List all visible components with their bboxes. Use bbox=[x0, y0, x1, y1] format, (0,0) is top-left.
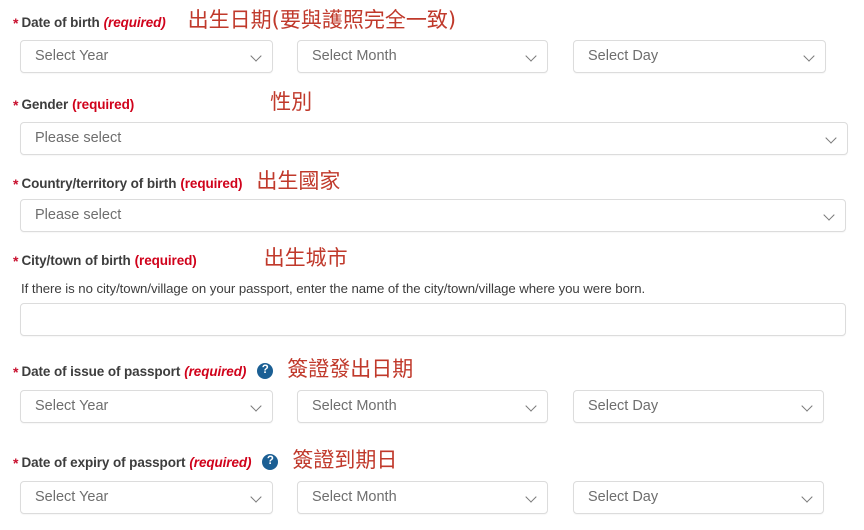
field-label: Gender bbox=[21, 96, 69, 112]
required-asterisk-icon: * bbox=[13, 455, 19, 471]
required-marker: (required) bbox=[103, 14, 166, 30]
required-marker: (required) bbox=[184, 363, 247, 379]
annotation-date-of-birth: 出生日期(要與護照完全一致) bbox=[187, 7, 457, 32]
annotation-date-of-expiry: 簽證到期日 bbox=[292, 447, 398, 472]
required-asterisk-icon: * bbox=[13, 364, 19, 380]
select-birth-month[interactable]: Select Month bbox=[297, 40, 548, 73]
select-expiry-day-value: Select Day bbox=[588, 490, 659, 505]
required-marker: (required) bbox=[189, 454, 252, 470]
input-city-of-birth-value bbox=[21, 304, 845, 313]
help-question-icon[interactable]: ? bbox=[257, 363, 274, 379]
required-marker: (required) bbox=[180, 175, 243, 191]
field-date-of-issue: * Date of issue of passport (required) ?… bbox=[0, 356, 864, 381]
field-label: Country/territory of birth bbox=[21, 175, 177, 191]
chevron-down-icon bbox=[526, 401, 537, 412]
chevron-down-icon bbox=[802, 492, 813, 503]
chevron-down-icon bbox=[251, 401, 262, 412]
chevron-down-icon bbox=[802, 401, 813, 412]
select-gender-value: Please select bbox=[35, 131, 122, 146]
annotation-gender: 性別 bbox=[270, 89, 313, 114]
required-marker: (required) bbox=[72, 96, 135, 112]
label-row-date-of-expiry: * Date of expiry of passport (required) … bbox=[0, 447, 864, 472]
required-asterisk-icon: * bbox=[13, 253, 19, 269]
required-asterisk-icon: * bbox=[13, 15, 19, 31]
input-city-of-birth[interactable] bbox=[20, 303, 846, 336]
chevron-down-icon bbox=[251, 51, 262, 62]
select-birth-year-value: Select Year bbox=[35, 49, 109, 64]
select-issue-month[interactable]: Select Month bbox=[297, 390, 548, 423]
label-row-city-of-birth: * City/town of birth (required) 出生城市 bbox=[0, 245, 864, 270]
select-issue-year-value: Select Year bbox=[35, 399, 109, 414]
select-birth-year[interactable]: Select Year bbox=[20, 40, 273, 73]
select-expiry-year[interactable]: Select Year bbox=[20, 481, 273, 514]
annotation-country-of-birth: 出生國家 bbox=[256, 168, 341, 193]
field-date-of-birth: * Date of birth (required) 出生日期(要與護照完全一致… bbox=[0, 7, 864, 32]
field-country-of-birth: * Country/territory of birth (required) … bbox=[0, 168, 864, 193]
select-gender[interactable]: Please select bbox=[20, 122, 848, 155]
chevron-down-icon bbox=[251, 492, 262, 503]
field-label: City/town of birth bbox=[21, 252, 131, 268]
annotation-city-of-birth: 出生城市 bbox=[263, 245, 348, 270]
select-expiry-month-value: Select Month bbox=[312, 490, 397, 505]
city-of-birth-hint: If there is no city/town/village on your… bbox=[21, 281, 646, 296]
required-asterisk-icon: * bbox=[13, 176, 19, 192]
label-row-gender: * Gender (required) 性別 bbox=[0, 89, 864, 114]
required-marker: (required) bbox=[134, 252, 197, 268]
select-birth-month-value: Select Month bbox=[312, 49, 397, 64]
help-question-icon[interactable]: ? bbox=[262, 454, 279, 470]
field-label: Date of birth bbox=[21, 14, 100, 30]
field-city-of-birth: * City/town of birth (required) 出生城市 If … bbox=[0, 245, 864, 298]
field-label: Date of issue of passport bbox=[21, 363, 181, 379]
select-expiry-day[interactable]: Select Day bbox=[573, 481, 824, 514]
label-row-date-of-birth: * Date of birth (required) 出生日期(要與護照完全一致… bbox=[0, 7, 864, 32]
field-date-of-expiry: * Date of expiry of passport (required) … bbox=[0, 447, 864, 472]
select-expiry-year-value: Select Year bbox=[35, 490, 109, 505]
select-country-of-birth[interactable]: Please select bbox=[20, 199, 846, 232]
select-birth-day[interactable]: Select Day bbox=[573, 40, 826, 73]
chevron-down-icon bbox=[824, 210, 835, 221]
label-row-country-of-birth: * Country/territory of birth (required) … bbox=[0, 168, 864, 193]
required-asterisk-icon: * bbox=[13, 97, 19, 113]
chevron-down-icon bbox=[526, 51, 537, 62]
label-row-date-of-issue: * Date of issue of passport (required) ?… bbox=[0, 356, 864, 381]
visa-application-form: * Date of birth (required) 出生日期(要與護照完全一致… bbox=[0, 0, 864, 530]
chevron-down-icon bbox=[804, 51, 815, 62]
chevron-down-icon bbox=[826, 133, 837, 144]
field-label: Date of expiry of passport bbox=[21, 454, 186, 470]
annotation-date-of-issue: 簽證發出日期 bbox=[287, 356, 414, 381]
select-expiry-month[interactable]: Select Month bbox=[297, 481, 548, 514]
chevron-down-icon bbox=[526, 492, 537, 503]
select-issue-day[interactable]: Select Day bbox=[573, 390, 824, 423]
select-issue-month-value: Select Month bbox=[312, 399, 397, 414]
select-issue-day-value: Select Day bbox=[588, 399, 659, 414]
select-birth-day-value: Select Day bbox=[588, 49, 659, 64]
field-gender: * Gender (required) 性別 bbox=[0, 89, 864, 114]
select-country-of-birth-value: Please select bbox=[35, 208, 122, 223]
select-issue-year[interactable]: Select Year bbox=[20, 390, 273, 423]
